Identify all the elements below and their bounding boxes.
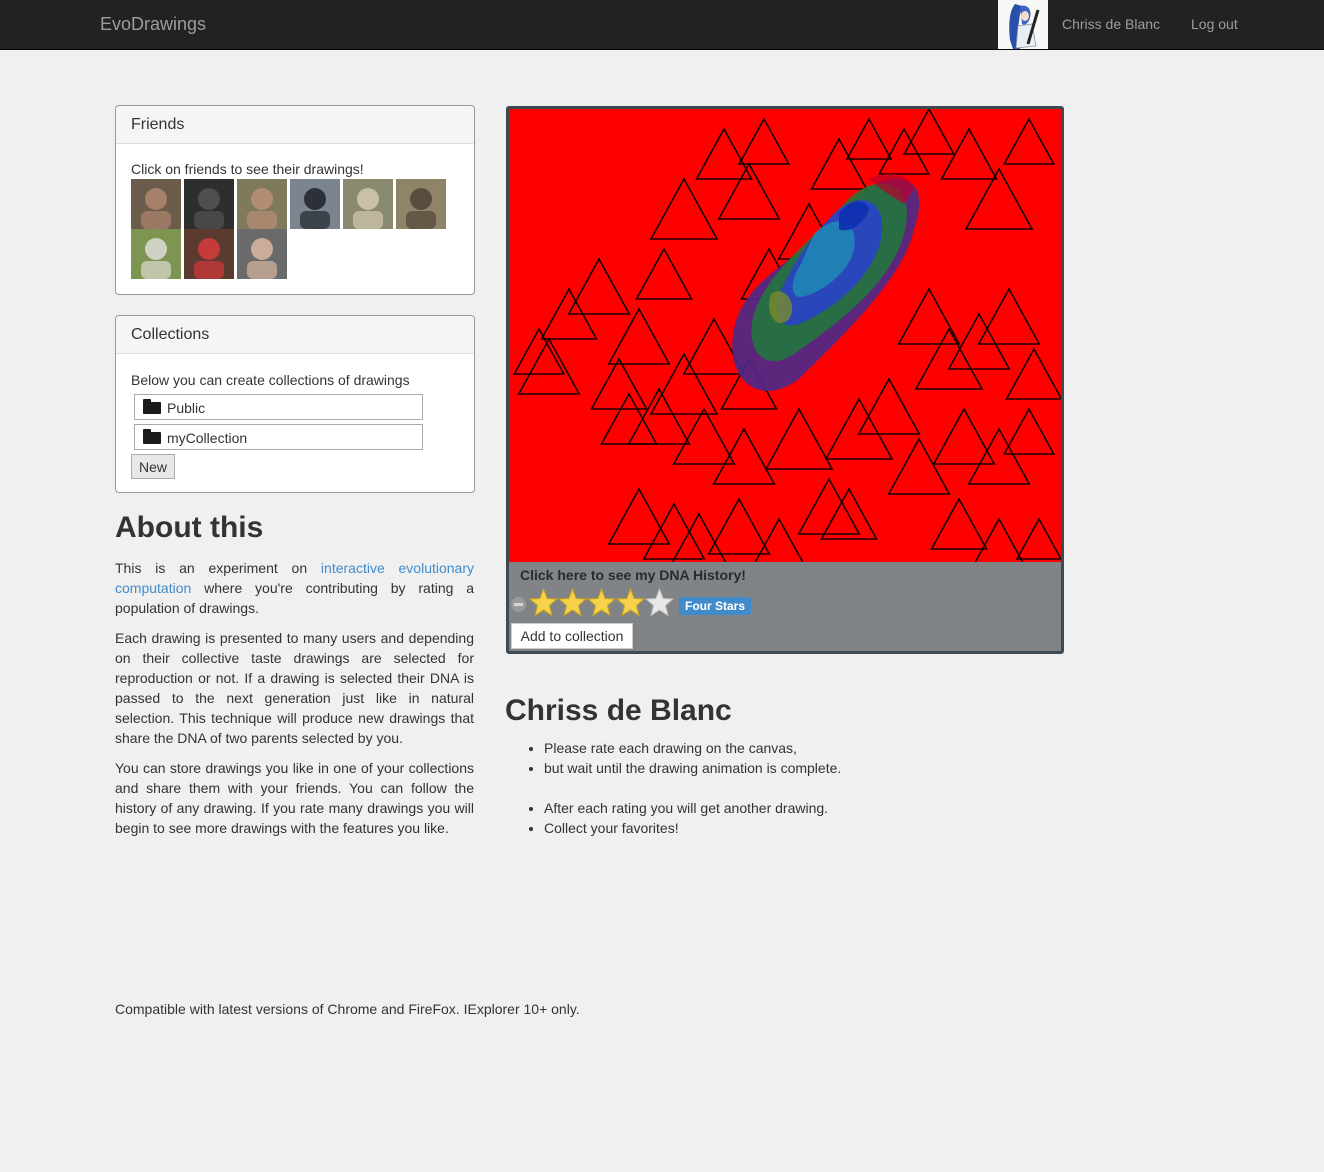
collection-item-mycollection[interactable]: myCollection bbox=[134, 424, 423, 450]
dna-history-link[interactable]: Click here to see my DNA History! bbox=[520, 567, 746, 583]
about-text: This is an experiment on bbox=[115, 560, 321, 576]
star-filled-icon[interactable] bbox=[557, 587, 588, 619]
new-collection-button[interactable]: New bbox=[131, 454, 176, 479]
drawing-controls: Click here to see my DNA History! Four S… bbox=[509, 562, 1061, 651]
friends-panel: Friends Click on friends to see their dr… bbox=[115, 105, 475, 295]
friend-avatar[interactable] bbox=[396, 179, 446, 229]
cancel-rating-icon[interactable] bbox=[511, 597, 526, 612]
about-paragraph-2: Each drawing is presented to many users … bbox=[115, 630, 474, 746]
list-item: Please rate each drawing on the canvas, bbox=[544, 738, 841, 758]
folder-icon bbox=[143, 399, 161, 414]
list-item: Collect your favorites! bbox=[544, 818, 841, 838]
folder-icon bbox=[143, 429, 161, 444]
top-navbar: EvoDrawings Chriss de Blanc Log out bbox=[0, 0, 1324, 50]
collection-item-public[interactable]: Public bbox=[134, 394, 423, 420]
friend-avatar[interactable] bbox=[131, 179, 181, 229]
friend-avatar[interactable] bbox=[184, 179, 234, 229]
collections-panel-title: Collections bbox=[116, 316, 474, 354]
collection-label: Public bbox=[167, 400, 206, 416]
drawing-canvas[interactable] bbox=[509, 109, 1061, 562]
brand-link[interactable]: EvoDrawings bbox=[100, 14, 206, 35]
star-filled-icon[interactable] bbox=[586, 587, 617, 619]
list-item: After each rating you will get another d… bbox=[544, 798, 841, 818]
friend-avatar[interactable] bbox=[290, 179, 340, 229]
star-filled-icon[interactable] bbox=[528, 587, 559, 619]
friends-instructions: Click on friends to see their drawings! bbox=[131, 161, 364, 177]
friend-avatar[interactable] bbox=[131, 229, 181, 279]
about-title: About this bbox=[115, 511, 264, 544]
collections-instructions: Below you can create collections of draw… bbox=[131, 372, 410, 388]
friend-avatar[interactable] bbox=[237, 229, 287, 279]
friends-panel-title: Friends bbox=[116, 106, 474, 144]
friend-thumbnail-grid bbox=[131, 179, 461, 279]
collection-label: myCollection bbox=[167, 430, 248, 446]
star-rating[interactable] bbox=[528, 587, 675, 619]
drawing-card: Click here to see my DNA History! Four S… bbox=[506, 106, 1064, 654]
add-to-collection-button[interactable]: Add to collection bbox=[511, 623, 633, 649]
collections-panel: Collections Below you can create collect… bbox=[115, 315, 475, 493]
about-paragraph-1: This is an experiment on interactive evo… bbox=[115, 558, 474, 618]
nav-user-name[interactable]: Chriss de Blanc bbox=[1062, 16, 1160, 32]
logout-link[interactable]: Log out bbox=[1191, 16, 1238, 32]
rating-tips-list: Please rate each drawing on the canvas, … bbox=[504, 738, 841, 838]
friend-avatar[interactable] bbox=[237, 179, 287, 229]
star-filled-icon[interactable] bbox=[615, 587, 646, 619]
compatibility-footer: Compatible with latest versions of Chrom… bbox=[115, 1001, 580, 1017]
star-empty-icon[interactable] bbox=[644, 587, 675, 619]
list-item: but wait until the drawing animation is … bbox=[544, 758, 841, 778]
about-paragraph-3: You can store drawings you like in one o… bbox=[115, 760, 474, 836]
user-avatar[interactable] bbox=[998, 0, 1048, 49]
rating-label-badge: Four Stars bbox=[679, 597, 752, 615]
about-section: About this This is an experiment on inte… bbox=[115, 510, 474, 848]
user-section-title: Chriss de Blanc bbox=[505, 694, 732, 727]
friend-avatar[interactable] bbox=[184, 229, 234, 279]
friend-avatar[interactable] bbox=[343, 179, 393, 229]
